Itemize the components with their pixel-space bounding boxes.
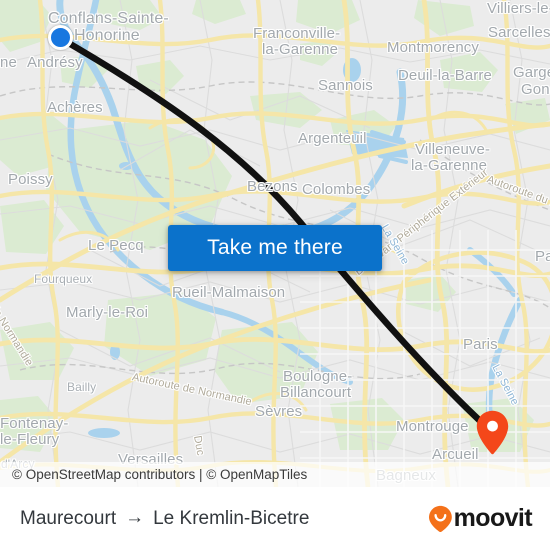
map-canvas[interactable]: Conflans-Sainte- Honorine Andrésy ne Achères…	[0, 0, 550, 487]
attribution-text[interactable]: © OpenStreetMap contributors | © OpenMap…	[12, 467, 307, 482]
footer-bar: Maurecourt → Le Kremlin-Bicetre moovit	[0, 487, 550, 550]
moovit-wordmark: moovit	[453, 504, 533, 532]
route-destination-label: Le Kremlin-Bicetre	[153, 507, 310, 529]
map-pin-icon	[476, 410, 509, 455]
route-origin-label: Maurecourt	[20, 507, 117, 529]
arrow-right-icon: →	[125, 507, 145, 528]
moovit-route-map-card: Conflans-Sainte- Honorine Andrésy ne Achères…	[0, 0, 550, 550]
map-attribution-bar: © OpenStreetMap contributors | © OpenMap…	[0, 462, 550, 487]
destination-pin-marker[interactable]	[476, 410, 509, 455]
moovit-logo[interactable]: moovit	[428, 504, 533, 533]
origin-point-marker[interactable]	[48, 25, 73, 50]
moovit-pin-icon	[428, 505, 452, 532]
route-summary: Maurecourt → Le Kremlin-Bicetre	[20, 508, 309, 530]
take-me-there-button[interactable]: Take me there	[168, 225, 382, 271]
